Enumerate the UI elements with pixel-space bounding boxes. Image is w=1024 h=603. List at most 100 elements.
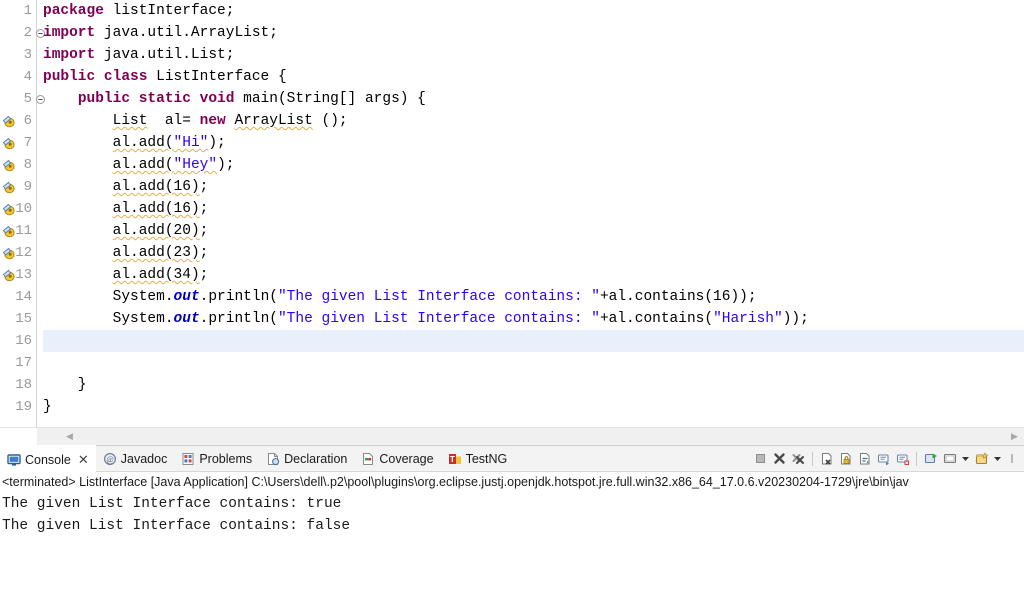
display-console-dropdown[interactable] xyxy=(960,450,971,467)
word-wrap-button[interactable] xyxy=(856,450,873,467)
code-token: } xyxy=(43,399,52,415)
warning-marker-icon[interactable] xyxy=(2,114,16,128)
terminate-all-button[interactable] xyxy=(771,450,788,467)
code-line[interactable] xyxy=(43,352,1024,374)
code-token: import xyxy=(43,47,104,63)
close-icon[interactable]: ✕ xyxy=(78,453,89,466)
scrollbar-corner xyxy=(0,428,38,445)
scrollbar-trough[interactable] xyxy=(37,428,1024,445)
code-token: "The given List Interface contains: " xyxy=(277,311,600,327)
code-line[interactable]: al.add(16); xyxy=(43,198,1024,220)
remove-all-terminated-button[interactable] xyxy=(790,450,807,467)
clear-console-button[interactable] xyxy=(818,450,835,467)
code-line[interactable]: al.add(23); xyxy=(43,242,1024,264)
tab-label: Javadoc xyxy=(120,451,168,466)
code-token: package xyxy=(43,3,113,19)
code-line[interactable]: } xyxy=(43,396,1024,418)
marker-ruler[interactable] xyxy=(0,0,18,427)
code-token: al= xyxy=(147,113,200,129)
code-token: ); xyxy=(208,135,226,151)
scroll-right-arrow-icon[interactable]: ▶ xyxy=(1009,428,1020,445)
tab-label: Console xyxy=(25,452,71,467)
warning-marker-icon[interactable] xyxy=(2,224,16,238)
code-line[interactable]: import java.util.ArrayList; xyxy=(43,22,1024,44)
code-line[interactable]: } xyxy=(43,374,1024,396)
code-line[interactable]: al.add(16); xyxy=(43,176,1024,198)
tab-label: Coverage xyxy=(379,451,434,466)
console-output[interactable]: The given List Interface contains: true T… xyxy=(0,493,1024,537)
pin-console-button[interactable] xyxy=(922,450,939,467)
code-line[interactable]: public static void main(String[] args) { xyxy=(43,88,1024,110)
open-console-dropdown[interactable] xyxy=(992,450,1003,467)
show-console-on-output-button[interactable] xyxy=(875,450,892,467)
code-token: al.add(16) xyxy=(112,201,200,217)
code-token: ; xyxy=(199,223,209,239)
panel-tab-bar: Console ✕ @ Javadoc Problems Declaration Cover… xyxy=(0,445,1024,472)
console-toolbar[interactable] xyxy=(752,446,1022,471)
warning-marker-icon[interactable] xyxy=(2,158,16,172)
warning-marker-icon[interactable] xyxy=(2,268,16,282)
testng-icon: T xyxy=(448,452,462,466)
code-line[interactable]: al.add(20); xyxy=(43,220,1024,242)
code-token: main(String[] args) { xyxy=(243,91,426,107)
tab-problems[interactable]: Problems xyxy=(174,446,259,471)
terminate-button[interactable] xyxy=(752,450,769,467)
code-line[interactable]: al.add("Hey"); xyxy=(43,154,1024,176)
show-console-on-error-button[interactable] xyxy=(894,450,911,467)
code-token: al.add( xyxy=(112,157,174,173)
code-line[interactable]: import java.util.List; xyxy=(43,44,1024,66)
code-token: public class xyxy=(43,69,157,85)
scroll-left-arrow-icon[interactable]: ◀ xyxy=(64,428,75,445)
coverage-icon xyxy=(361,452,375,466)
code-token: java.util.List; xyxy=(103,47,235,63)
code-line[interactable] xyxy=(43,330,1024,352)
warning-marker-icon[interactable] xyxy=(2,136,16,150)
bottom-panel: Console ✕ @ Javadoc Problems Declaration Cover… xyxy=(0,445,1024,603)
console-output-line: The given List Interface contains: false xyxy=(2,518,351,534)
code-token: "Harish" xyxy=(713,311,783,327)
code-line[interactable]: al.add(34); xyxy=(43,264,1024,286)
code-token: ListInterface { xyxy=(156,69,287,85)
code-area[interactable]: package listInterface; import java.util.A… xyxy=(37,0,1024,427)
editor-horizontal-scrollbar[interactable]: ◀ ▶ xyxy=(0,427,1024,445)
code-token: ; xyxy=(199,267,209,283)
tab-console[interactable]: Console ✕ xyxy=(0,445,96,472)
code-token: List xyxy=(112,113,148,129)
code-line[interactable]: System.out.println("The given List Inter… xyxy=(43,308,1024,330)
code-token: (); xyxy=(312,113,348,129)
code-line[interactable]: public class ListInterface { xyxy=(43,66,1024,88)
code-line[interactable]: List al= new ArrayList (); xyxy=(43,110,1024,132)
code-line[interactable]: al.add("Hi"); xyxy=(43,132,1024,154)
eclipse-ide-window: 1 2 3 4 5 6 7 8 9 10 11 12 13 14 15 16 17 18 19 package li… xyxy=(0,0,1024,603)
java-editor[interactable]: 1 2 3 4 5 6 7 8 9 10 11 12 13 14 15 16 17 18 19 package li… xyxy=(0,0,1024,427)
display-selected-console-button[interactable] xyxy=(941,450,958,467)
code-token: "Hey" xyxy=(173,157,218,173)
code-token: .println( xyxy=(199,311,278,327)
tab-label: TestNG xyxy=(465,451,508,466)
problems-icon xyxy=(181,452,195,466)
tab-coverage[interactable]: Coverage xyxy=(354,446,440,471)
code-token: +al.contains(16)); xyxy=(599,289,757,305)
code-token: System. xyxy=(112,289,174,305)
code-token: System. xyxy=(112,311,174,327)
tab-javadoc[interactable]: @ Javadoc xyxy=(96,446,175,471)
open-console-button[interactable] xyxy=(973,450,990,467)
scroll-lock-button[interactable] xyxy=(837,450,854,467)
warning-marker-icon[interactable] xyxy=(2,202,16,216)
tab-testng[interactable]: T TestNG xyxy=(441,446,515,471)
code-line[interactable]: package listInterface; xyxy=(43,0,1024,22)
code-token: al.add(16) xyxy=(112,179,200,195)
warning-marker-icon[interactable] xyxy=(2,246,16,260)
code-line[interactable]: System.out.println("The given List Inter… xyxy=(43,286,1024,308)
warning-marker-icon[interactable] xyxy=(2,180,16,194)
code-token: .println( xyxy=(199,289,278,305)
code-token: ArrayList xyxy=(234,113,313,129)
tab-declaration[interactable]: Declaration xyxy=(259,446,354,471)
